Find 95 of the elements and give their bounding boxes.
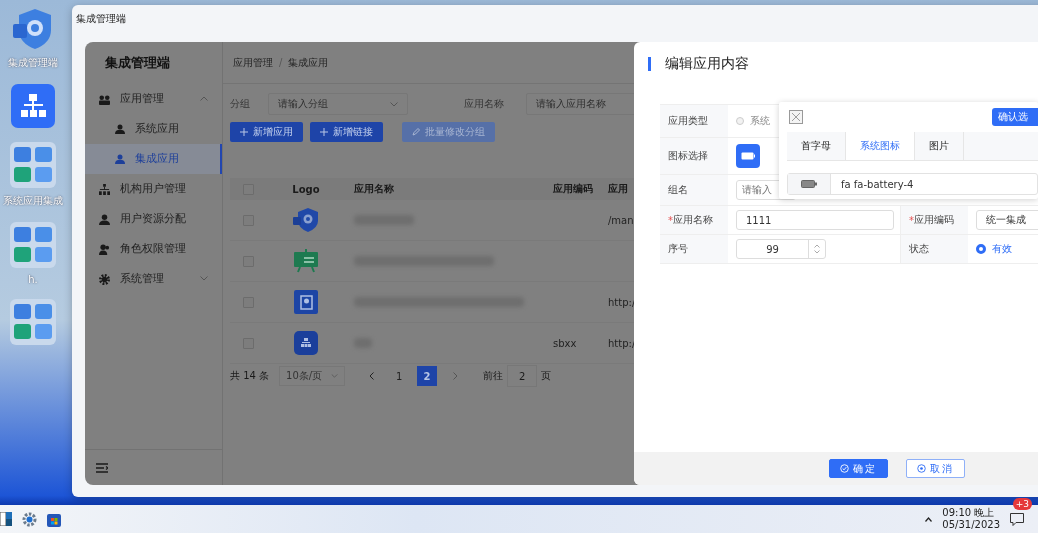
- form-label: 状态: [900, 235, 968, 263]
- menu-item-icon: [99, 273, 110, 285]
- menu-item-icon: [99, 243, 110, 255]
- picker-tab[interactable]: 系统图标: [846, 132, 915, 160]
- filter-label: 应用名称: [464, 97, 505, 111]
- plus-icon: [240, 128, 248, 136]
- group-select[interactable]: 请输入分组: [268, 93, 408, 115]
- form-label: 应用类型: [660, 105, 728, 137]
- radio-label: 有效: [992, 242, 1012, 256]
- app-code-field[interactable]: 统一集成: [976, 210, 1038, 230]
- page-number[interactable]: 2: [417, 366, 438, 386]
- breadcrumb-separator: /: [279, 57, 283, 68]
- collapse-menu-icon[interactable]: [96, 462, 108, 473]
- order-number-field[interactable]: 99: [736, 239, 826, 259]
- menu-item-icon: [99, 93, 110, 105]
- form-label: *应用名称: [660, 206, 728, 234]
- desktop-icon-label: 集成管理端: [8, 56, 58, 70]
- desktop-icon-label: h.: [28, 274, 38, 285]
- dot-circle-icon: [917, 464, 926, 473]
- page-size-select[interactable]: 10条/页: [279, 366, 346, 386]
- breadcrumb-link[interactable]: 应用管理: [233, 55, 273, 70]
- radio-label: 系统: [750, 114, 770, 128]
- form-label: 组名: [660, 175, 728, 205]
- selected-icon-button[interactable]: [736, 144, 760, 168]
- chevron-right-icon: [452, 372, 458, 380]
- user-icon: [115, 154, 125, 164]
- menu-item[interactable]: 机构用户管理: [85, 174, 222, 204]
- check-circle-icon: [840, 464, 849, 473]
- table-cell: http:/: [608, 296, 636, 308]
- window-title: 集成管理端: [75, 12, 127, 26]
- picker-tab[interactable]: 图片: [915, 132, 964, 160]
- page-suffix: 页: [541, 369, 552, 383]
- presentation-board-icon: [293, 249, 319, 273]
- goto-page-field[interactable]: 2: [507, 365, 538, 387]
- chevron-icon: [200, 96, 208, 101]
- shield-logo-icon: [293, 208, 319, 232]
- app-folder-icon[interactable]: [10, 299, 56, 345]
- toolbar-button[interactable]: 新增链接: [310, 122, 383, 142]
- desktop-icon-label: 系统应用集成: [3, 194, 63, 208]
- table-cell: /man: [608, 214, 634, 226]
- menu-item[interactable]: 系统管理: [85, 264, 222, 294]
- broken-image-icon: [789, 110, 803, 124]
- document-logo-icon: [294, 290, 318, 314]
- spinner-arrows-icon[interactable]: [814, 244, 820, 254]
- column-header: 应用编码: [553, 182, 593, 196]
- menu-item[interactable]: 应用管理: [85, 84, 222, 114]
- confirm-button[interactable]: 确定: [829, 459, 888, 478]
- gear-icon[interactable]: [22, 511, 37, 527]
- org-chart-app-icon[interactable]: [11, 84, 55, 128]
- store-icon[interactable]: [47, 511, 61, 527]
- menu-item-icon: [99, 213, 110, 225]
- menu-item[interactable]: 角色权限管理: [85, 234, 222, 264]
- form-label: *应用编码: [900, 206, 968, 234]
- toolbar-button[interactable]: 新增应用: [230, 122, 303, 142]
- cancel-button[interactable]: 取消: [906, 459, 965, 478]
- submenu-item[interactable]: 集成应用: [85, 144, 222, 174]
- chevron-icon: [200, 276, 208, 281]
- plus-icon: [320, 128, 328, 136]
- notification-badge: +3: [1012, 498, 1032, 510]
- form-label: 序号: [660, 235, 728, 263]
- org-chart-logo-icon: [294, 331, 318, 355]
- brand-title: 集成管理端: [104, 54, 171, 72]
- user-icon: [115, 124, 125, 134]
- confirm-selection-button[interactable]: 确认选: [992, 108, 1038, 126]
- drawer-title: 编辑应用内容: [665, 55, 749, 73]
- page-number[interactable]: 1: [389, 366, 410, 386]
- column-header: 应用: [608, 182, 628, 196]
- submenu-item[interactable]: 系统应用: [85, 114, 222, 144]
- goto-label: 前往: [483, 369, 504, 383]
- dropdown-caret-icon: [390, 101, 398, 107]
- window-layout-icon[interactable]: [0, 512, 12, 526]
- app-folder-icon[interactable]: [10, 222, 56, 268]
- table-cell: sbxx: [553, 337, 577, 349]
- battery-icon: [801, 180, 817, 188]
- menu-item-icon: [99, 183, 110, 195]
- form-label: 图标选择: [660, 138, 728, 174]
- app-name-field[interactable]: 1111: [736, 210, 894, 230]
- breadcrumb-current: 集成应用: [288, 55, 329, 70]
- total-count: 共 14 条: [230, 369, 270, 383]
- radio-button[interactable]: [736, 117, 744, 125]
- battery-icon: [741, 152, 755, 160]
- filter-label: 分组: [230, 97, 251, 111]
- notification-icon[interactable]: [1010, 512, 1024, 526]
- column-header: 应用名称: [354, 182, 394, 196]
- icon-class-field[interactable]: fa fa-battery-4: [787, 173, 1038, 195]
- clock-date: 05/31/2023: [942, 519, 1000, 531]
- table-cell: http:/: [608, 337, 636, 349]
- radio-button[interactable]: [976, 244, 986, 254]
- chevron-left-icon: [368, 372, 374, 380]
- pencil-icon: [412, 128, 420, 136]
- app-folder-icon[interactable]: [10, 142, 56, 188]
- clock-time: 09:10 晚上: [942, 507, 996, 519]
- column-header: Logo: [292, 183, 320, 195]
- tray-caret-icon[interactable]: [925, 516, 933, 522]
- menu-item[interactable]: 用户资源分配: [85, 204, 222, 234]
